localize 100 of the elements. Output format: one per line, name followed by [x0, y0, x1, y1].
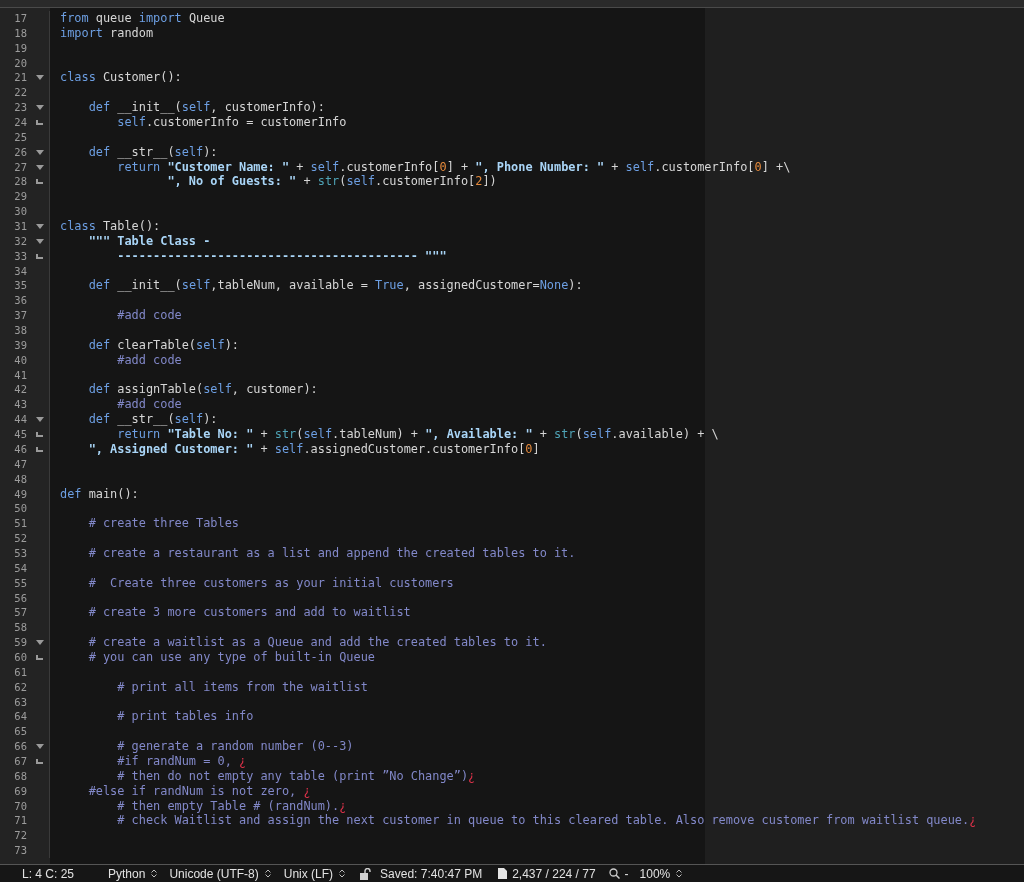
line-number: 68	[13, 768, 27, 784]
code-line: #add code	[116, 397, 182, 413]
line-number: 32	[13, 233, 27, 249]
line-number: 30	[13, 204, 27, 220]
code-line: # then empty Table # (randNum).¿	[116, 798, 347, 814]
line-number: 34	[13, 263, 27, 279]
line-number: 36	[13, 293, 27, 309]
line-number: 26	[13, 144, 27, 160]
code-line: def __str__(self):	[87, 412, 218, 428]
line-number: 48	[13, 471, 27, 487]
line-number: 18	[13, 25, 27, 41]
fold-arrow-icon[interactable]	[36, 238, 44, 244]
code-line: ------------------------------------------ """	[116, 248, 447, 264]
line-number: 37	[13, 308, 27, 324]
cursor-position[interactable]: L: 4 C: 25	[22, 866, 75, 881]
code-line: ", No of Guests: " + str(self.customerInfo[2])	[166, 174, 497, 190]
fold-arrow-icon[interactable]	[36, 164, 44, 170]
code-line: # create a waitlist as a Queue and add the created tables to it.	[87, 635, 547, 650]
line-number: 55	[13, 575, 27, 591]
code-line: def main():	[60, 486, 139, 502]
language-selector[interactable]: Python	[108, 866, 158, 881]
saved-time: Saved: 7:40:47 PM	[380, 866, 483, 881]
fold-arrow-icon[interactable]	[36, 149, 44, 155]
line-number: 21	[13, 70, 27, 86]
code-line: # print all items from the waitlist	[116, 679, 368, 695]
line-endings-selector[interactable]: Unix (LF)	[283, 866, 346, 881]
line-number: 72	[13, 828, 27, 844]
line-number: 28	[13, 174, 27, 190]
line-number: 44	[13, 412, 27, 428]
line-number: 73	[13, 843, 27, 858]
code-line: def __init__(self,tableNum, available = True, assignedCustomer=None):	[87, 278, 583, 294]
line-number: 56	[13, 590, 27, 606]
code-line: # print tables info	[116, 709, 254, 725]
line-number: 52	[13, 531, 27, 546]
code-line: # Create three customers as your initial customers	[87, 575, 454, 591]
line-number: 57	[13, 605, 27, 621]
line-number: 59	[13, 635, 27, 650]
line-number: 64	[13, 709, 27, 725]
line-number: 71	[13, 813, 27, 829]
code-line: #else if randNum is not zero, ¿	[87, 783, 311, 799]
line-number: 41	[13, 367, 27, 383]
chevron-icon	[676, 869, 683, 878]
fold-arrow-icon[interactable]	[36, 105, 44, 111]
code-line: self.customerInfo = customerInfo	[116, 115, 347, 130]
lock-icon[interactable]	[360, 867, 372, 880]
chevron-icon	[264, 869, 271, 878]
line-number: 49	[13, 486, 27, 502]
line-number: 35	[13, 278, 27, 294]
line-number: 27	[13, 159, 27, 175]
zoom-out-button[interactable]: -	[624, 866, 629, 881]
code-line: import random	[60, 25, 154, 41]
code-line: """ Table Class -	[87, 233, 211, 249]
line-number: 58	[13, 620, 27, 636]
code-line: # you can use any type of built-in Queue	[87, 649, 375, 665]
line-number: 46	[13, 441, 27, 457]
code-line: def __init__(self, customerInfo):	[87, 100, 325, 115]
fold-arrow-icon[interactable]	[36, 75, 44, 81]
code-line: #add code	[116, 352, 182, 368]
line-number: 17	[13, 11, 27, 26]
fold-arrow-icon[interactable]	[36, 223, 44, 229]
code-line: #if randNum = 0, ¿	[116, 753, 247, 769]
code-line: # generate a random number (0--3)	[116, 739, 354, 754]
line-number: 65	[13, 724, 27, 740]
document-icon	[498, 868, 508, 879]
line-number: 20	[13, 55, 27, 71]
code-line: return "Table No: " + str(self.tableNum) + ", Available: " + str(self.available) + \	[116, 427, 719, 442]
line-number: 22	[13, 85, 27, 101]
code-line: return "Customer Name: " + self.customerInfo[0] + ", Phone Number: " + self.customerInfo[0] +\	[116, 159, 791, 175]
encoding-selector[interactable]: Unicode (UTF-8)	[169, 866, 271, 881]
line-number: 31	[13, 219, 27, 234]
line-number: 47	[13, 456, 27, 472]
code-line: # create three Tables	[87, 516, 239, 532]
line-number: 38	[13, 323, 27, 338]
line-number: 63	[13, 694, 27, 710]
document-counts: 2,437 / 224 / 77	[512, 866, 596, 881]
fold-arrow-icon[interactable]	[36, 744, 44, 750]
line-number: 51	[13, 516, 27, 532]
line-number: 61	[13, 664, 27, 680]
code-line: class Customer():	[60, 70, 182, 86]
fold-arrow-icon[interactable]	[36, 640, 44, 645]
fold-arrow-icon[interactable]	[36, 417, 44, 423]
line-number: 60	[13, 649, 27, 665]
chevron-icon	[151, 869, 158, 878]
search-icon[interactable]	[608, 868, 620, 879]
line-number: 25	[13, 129, 27, 145]
line-number: 42	[13, 382, 27, 398]
code-line: # create 3 more customers and add to waitlist	[87, 605, 411, 621]
code-line: #add code	[116, 308, 182, 324]
line-number: 33	[13, 248, 27, 264]
code-line: def __str__(self):	[87, 144, 218, 160]
chevron-icon	[339, 869, 346, 878]
line-number: 23	[13, 100, 27, 115]
line-number: 50	[13, 501, 27, 517]
code-line: class Table():	[60, 219, 161, 234]
line-number: 54	[13, 560, 27, 576]
line-number: 24	[13, 115, 27, 130]
code-line: ", Assigned Customer: " + self.assignedCustomer.customerInfo[0]	[87, 441, 540, 457]
code-line: # create a restaurant as a list and append the created tables to it.	[87, 545, 576, 561]
line-number: 43	[13, 397, 27, 413]
zoom-selector[interactable]: 100%	[639, 866, 683, 881]
